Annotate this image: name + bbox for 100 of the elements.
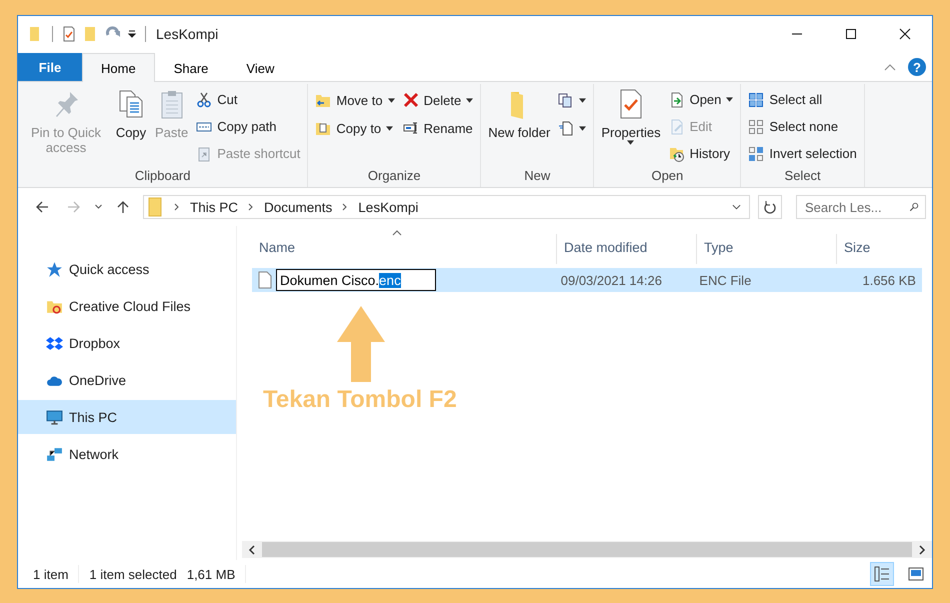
- ribbon-button[interactable]: Copy path: [217, 119, 277, 134]
- sidebar-label[interactable]: This PC: [69, 410, 118, 424]
- list-icon: [874, 566, 890, 582]
- group-label: New: [523, 167, 552, 185]
- ribbon-button[interactable]: Cut: [217, 92, 238, 107]
- scroll-right-icon[interactable]: [918, 544, 926, 554]
- selection-info: 1 item selected: [89, 566, 177, 582]
- caret-icon[interactable]: [127, 29, 137, 39]
- search-icon[interactable]: [909, 200, 919, 214]
- ribbon-button[interactable]: Open: [690, 92, 722, 107]
- network-icon: [46, 446, 63, 462]
- ribbon-button[interactable]: Delete: [424, 92, 462, 108]
- item-count: 1 item: [33, 566, 68, 582]
- maximize-icon[interactable]: [845, 28, 857, 40]
- breadcrumb[interactable]: LesKompi: [358, 200, 418, 214]
- caret-icon[interactable]: [388, 98, 395, 102]
- sidebar-label[interactable]: Dropbox: [69, 336, 120, 350]
- sidebar-item[interactable]: Dropbox: [18, 326, 236, 360]
- folder-icon[interactable]: [315, 92, 332, 108]
- search-box[interactable]: Search Les...: [796, 195, 926, 219]
- chevron-icon[interactable]: [342, 203, 348, 211]
- ribbon-button[interactable]: New folder: [488, 125, 550, 140]
- ribbon-button[interactable]: Properties: [601, 125, 661, 140]
- caret-icon[interactable]: [726, 97, 734, 102]
- sidebar-label[interactable]: Quick access: [69, 262, 150, 276]
- clipboard-icon[interactable]: [196, 146, 212, 162]
- grid-icon[interactable]: [748, 118, 764, 134]
- grid-icon[interactable]: [748, 146, 764, 162]
- collapse-icon[interactable]: [884, 63, 896, 71]
- column-header[interactable]: Size: [844, 240, 870, 255]
- delete-icon[interactable]: [402, 92, 419, 108]
- group-label: Open: [650, 167, 684, 185]
- sidebar-item[interactable]: OneDrive: [18, 363, 236, 397]
- ribbon-tab[interactable]: View: [227, 54, 294, 82]
- back-icon[interactable]: [34, 199, 50, 215]
- document-icon[interactable]: [558, 120, 574, 136]
- table-cell-text: ENC File: [698, 272, 752, 290]
- search-field[interactable]: Search Les...: [805, 197, 909, 217]
- sidebar-item[interactable]: Quick access: [18, 252, 236, 286]
- sidebar-label[interactable]: Creative Cloud Files: [69, 298, 191, 314]
- caret-icon[interactable]: [386, 126, 394, 130]
- ribbon-tab[interactable]: Share: [154, 54, 228, 82]
- ribbon-button[interactable]: Copy: [116, 125, 146, 140]
- scissors-icon[interactable]: [196, 92, 212, 108]
- documents-icon[interactable]: [558, 92, 574, 108]
- scroll-left-icon[interactable]: [248, 544, 256, 554]
- help-icon[interactable]: ?: [908, 58, 926, 76]
- group-label: Select: [784, 167, 822, 185]
- sidebar-item[interactable]: Network: [18, 437, 236, 471]
- annotation-text: Tekan Tombol F2: [263, 386, 457, 414]
- folder-icon: [148, 197, 164, 217]
- column-header[interactable]: Type: [704, 240, 734, 255]
- caret-icon[interactable]: [627, 140, 634, 145]
- column-header[interactable]: Name: [259, 240, 296, 255]
- column-header[interactable]: Date modified: [564, 240, 648, 255]
- monitor-icon: [46, 408, 63, 426]
- chevron-down-icon[interactable]: [732, 204, 741, 210]
- folder-icon[interactable]: [315, 120, 332, 136]
- refresh-icon[interactable]: [758, 195, 782, 219]
- file-row[interactable]: Dokumen Cisco.enc 09/03/2021 14:26 ENC File 1.656 KB: [252, 268, 922, 292]
- breadcrumb[interactable]: Documents: [264, 200, 332, 214]
- clock-icon[interactable]: [668, 146, 685, 162]
- ribbon-button[interactable]: Rename: [424, 120, 473, 136]
- table-cell-text: 09/03/2021 14:26: [560, 272, 663, 290]
- up-icon[interactable]: [115, 199, 131, 215]
- caret-icon[interactable]: [466, 98, 474, 102]
- star-icon: [46, 260, 63, 278]
- selection-size: 1,61 MB: [186, 566, 236, 582]
- ribbon-button[interactable]: Select all: [769, 92, 822, 107]
- window-title: LesKompi: [156, 26, 218, 42]
- group-label: Organize: [366, 167, 422, 185]
- chevron-icon[interactable]: [248, 203, 254, 211]
- sidebar-item[interactable]: Creative Cloud Files: [18, 289, 236, 323]
- caret-icon[interactable]: [579, 98, 586, 102]
- sidebar-item[interactable]: This PC: [18, 400, 236, 434]
- sidebar-label[interactable]: Network: [69, 446, 119, 462]
- ribbon-button[interactable]: History: [690, 146, 730, 161]
- breadcrumb[interactable]: This PC: [190, 200, 238, 214]
- sidebar-label[interactable]: OneDrive: [69, 372, 126, 388]
- chevron-icon[interactable]: [174, 203, 180, 211]
- file-tab[interactable]: File: [18, 53, 82, 81]
- address-bar[interactable]: This PC Documents LesKompi: [143, 195, 750, 219]
- caret-icon[interactable]: [579, 126, 586, 130]
- grid-icon[interactable]: [748, 92, 764, 108]
- scrollbar-thumb[interactable]: [262, 542, 912, 557]
- ribbon-tab[interactable]: Home: [82, 53, 155, 82]
- ribbon-button[interactable]: Select none: [769, 119, 838, 134]
- group-label: Clipboard: [134, 167, 192, 185]
- close-icon[interactable]: [899, 28, 911, 40]
- dropbox-icon: [46, 334, 63, 352]
- ribbon-button[interactable]: Copy to: [336, 120, 382, 136]
- rename-field[interactable]: Dokumen Cisco.enc: [276, 269, 436, 291]
- details-view-button[interactable]: [870, 562, 894, 586]
- ribbon-button[interactable]: Invert selection: [769, 146, 857, 161]
- image-icon: [908, 566, 924, 582]
- rename-icon[interactable]: [402, 120, 419, 136]
- checklist-icon[interactable]: [61, 25, 77, 43]
- chevron-down-icon[interactable]: [94, 204, 103, 210]
- ribbon-button[interactable]: Move to: [336, 92, 383, 108]
- document-icon[interactable]: [668, 92, 685, 108]
